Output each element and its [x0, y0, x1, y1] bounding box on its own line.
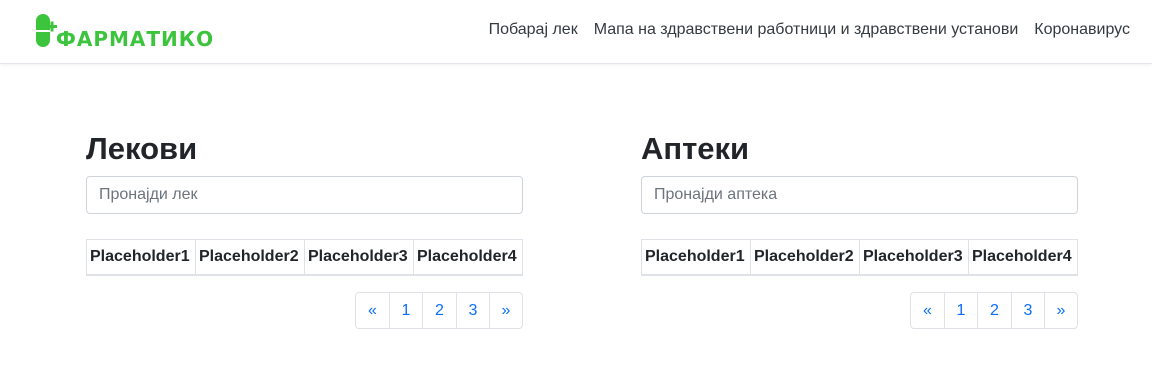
column-header[interactable]: Placeholder1 — [86, 239, 196, 276]
pharmacy-search-input[interactable] — [641, 176, 1078, 214]
table-header-row: Placeholder1 Placeholder2 Placeholder3 P… — [641, 239, 1078, 276]
pagination-page-1[interactable]: 1 — [944, 293, 977, 328]
medicine-search-input[interactable] — [86, 176, 523, 214]
column-header[interactable]: Placeholder1 — [641, 239, 751, 276]
column-header[interactable]: Placeholder3 — [304, 239, 414, 276]
brand-name: ФАРМАТИКО — [56, 27, 215, 51]
pagination-previous[interactable]: « — [356, 293, 389, 328]
medicines-table: Placeholder1 Placeholder2 Placeholder3 P… — [86, 239, 523, 276]
pagination-page-2[interactable]: 2 — [977, 293, 1011, 328]
column-header[interactable]: Placeholder2 — [750, 239, 860, 276]
column-header[interactable]: Placeholder4 — [968, 239, 1078, 276]
medicines-section: Лекови Placeholder1 Placeholder2 Placeho… — [86, 130, 523, 329]
pagination-next[interactable]: » — [489, 293, 522, 328]
table-header-row: Placeholder1 Placeholder2 Placeholder3 P… — [86, 239, 523, 276]
column-header[interactable]: Placeholder2 — [195, 239, 305, 276]
pagination-previous[interactable]: « — [911, 293, 944, 328]
pagination-page-2[interactable]: 2 — [422, 293, 456, 328]
nav-link-search-medicine[interactable]: Побарај лек — [489, 20, 578, 40]
pharmacies-table: Placeholder1 Placeholder2 Placeholder3 P… — [641, 239, 1078, 276]
pagination-page-3[interactable]: 3 — [1011, 293, 1044, 328]
medicines-pagination: « 1 2 3 » — [355, 292, 523, 329]
nav-link-health-map[interactable]: Мапа на здравствени работници и здравств… — [594, 20, 1019, 40]
nav-menu: Побарај лек Мапа на здравствени работниц… — [489, 20, 1130, 40]
nav-link-coronavirus[interactable]: Коронавирус — [1034, 20, 1130, 40]
brand-logo[interactable]: ФАРМАТИКО — [34, 13, 213, 49]
pharmacies-pagination: « 1 2 3 » — [910, 292, 1078, 329]
pharmacies-title: Аптеки — [641, 131, 750, 166]
column-header[interactable]: Placeholder3 — [859, 239, 969, 276]
top-navbar: ФАРМАТИКО Побарај лек Мапа на здравствен… — [0, 0, 1152, 64]
pharmacies-section: Аптеки Placeholder1 Placeholder2 Placeho… — [641, 130, 1078, 329]
pagination-page-3[interactable]: 3 — [456, 293, 489, 328]
medicines-title: Лекови — [86, 131, 198, 166]
pagination-next[interactable]: » — [1044, 293, 1077, 328]
pagination-page-1[interactable]: 1 — [389, 293, 422, 328]
column-header[interactable]: Placeholder4 — [413, 239, 523, 276]
